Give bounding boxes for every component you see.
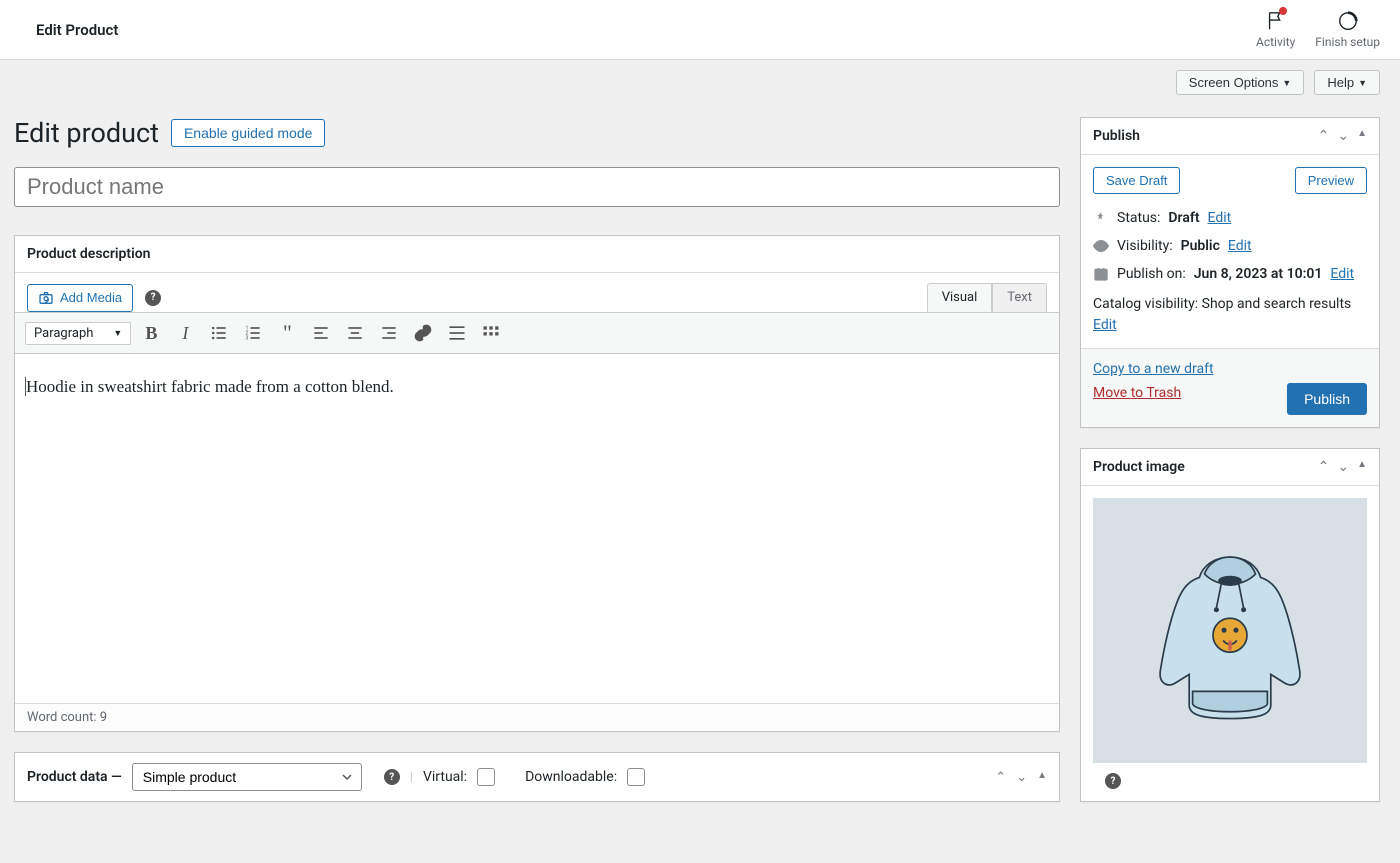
- tab-visual[interactable]: Visual: [927, 283, 993, 312]
- chevron-up-icon[interactable]: ⌃: [1318, 128, 1330, 144]
- align-left-button[interactable]: [307, 319, 335, 347]
- editor-content[interactable]: Hoodie in sweatshirt fabric made from a …: [15, 354, 1059, 704]
- activity-label: Activity: [1256, 35, 1295, 49]
- toolbar-toggle-button[interactable]: [477, 319, 505, 347]
- virtual-checkbox[interactable]: [477, 768, 495, 786]
- finish-setup-button[interactable]: Finish setup: [1315, 10, 1380, 49]
- enable-guided-mode-button[interactable]: Enable guided mode: [171, 119, 325, 147]
- product-data-box: Product data — Simple product ? | Virtua…: [14, 752, 1060, 802]
- status-label: Status:: [1117, 210, 1160, 226]
- chevron-down-icon[interactable]: ⌄: [1337, 459, 1349, 475]
- help-icon[interactable]: ?: [384, 769, 400, 785]
- publish-on-label: Publish on:: [1117, 266, 1186, 282]
- hoodie-illustration-icon: [1145, 541, 1315, 721]
- numbered-list-button[interactable]: 123: [239, 319, 267, 347]
- align-right-button[interactable]: [375, 319, 403, 347]
- help-icon[interactable]: ?: [1105, 773, 1121, 789]
- visibility-value: Public: [1181, 238, 1220, 254]
- chevron-down-icon[interactable]: ⌄: [1337, 128, 1349, 144]
- help-button[interactable]: Help▼: [1314, 70, 1380, 95]
- help-icon[interactable]: ?: [145, 290, 161, 306]
- activity-button[interactable]: Activity: [1256, 10, 1295, 49]
- publish-heading: Publish: [1093, 128, 1140, 144]
- publish-on-value: Jun 8, 2023 at 10:01: [1194, 266, 1323, 282]
- product-type-select[interactable]: Simple product: [132, 763, 362, 791]
- align-center-button[interactable]: [341, 319, 369, 347]
- format-select[interactable]: Paragraph▼: [25, 322, 131, 345]
- save-draft-button[interactable]: Save Draft: [1093, 167, 1180, 194]
- product-description-box: Product description Add Media ? Visual T…: [14, 235, 1060, 732]
- publish-box: Publish ⌃ ⌄ ▲ Save Draft Preview Status:…: [1080, 117, 1380, 428]
- caret-up-icon[interactable]: ▲: [1357, 459, 1367, 475]
- camera-icon: [38, 290, 54, 306]
- editor-status-bar: Word count: 9: [15, 704, 1059, 731]
- read-more-button[interactable]: [443, 319, 471, 347]
- product-data-heading: Product data —: [27, 769, 122, 785]
- caret-up-icon[interactable]: ▲: [1037, 770, 1047, 785]
- eye-icon: [1093, 238, 1109, 254]
- publish-button[interactable]: Publish: [1287, 383, 1367, 415]
- page-title: Edit product: [14, 117, 159, 149]
- caret-down-icon: ▼: [1358, 78, 1367, 88]
- product-image-thumbnail[interactable]: [1093, 498, 1367, 763]
- downloadable-checkbox[interactable]: [627, 768, 645, 786]
- admin-bar-title: Edit Product: [36, 21, 118, 39]
- copy-to-draft-link[interactable]: Copy to a new draft: [1093, 361, 1367, 377]
- finish-setup-label: Finish setup: [1315, 35, 1380, 49]
- screen-options-button[interactable]: Screen Options▼: [1176, 70, 1305, 95]
- edit-status-link[interactable]: Edit: [1208, 210, 1232, 226]
- chevron-up-icon[interactable]: ⌃: [995, 770, 1006, 785]
- product-image-heading: Product image: [1093, 459, 1185, 475]
- edit-date-link[interactable]: Edit: [1330, 266, 1354, 282]
- status-value: Draft: [1168, 210, 1199, 226]
- chevron-up-icon[interactable]: ⌃: [1318, 459, 1330, 475]
- pin-icon: [1093, 210, 1109, 226]
- caret-down-icon: ▼: [113, 328, 122, 339]
- preview-button[interactable]: Preview: [1295, 167, 1367, 194]
- progress-circle-icon: [1337, 10, 1359, 32]
- caret-down-icon: ▼: [1282, 78, 1291, 88]
- description-heading: Product description: [27, 246, 150, 262]
- visibility-label: Visibility:: [1117, 238, 1173, 254]
- svg-text:3: 3: [246, 336, 249, 342]
- downloadable-label: Downloadable:: [525, 769, 617, 785]
- chevron-down-icon[interactable]: ⌄: [1016, 770, 1027, 785]
- product-image-box: Product image ⌃ ⌄ ▲: [1080, 448, 1380, 802]
- separator: |: [410, 770, 413, 785]
- edit-visibility-link[interactable]: Edit: [1228, 238, 1252, 254]
- bold-button[interactable]: B: [137, 319, 165, 347]
- caret-up-icon[interactable]: ▲: [1357, 128, 1367, 144]
- edit-catalog-link[interactable]: Edit: [1093, 317, 1117, 333]
- catalog-value: Shop and search results: [1202, 296, 1352, 312]
- link-button[interactable]: [409, 319, 437, 347]
- blockquote-button[interactable]: ": [273, 319, 301, 347]
- calendar-icon: [1093, 266, 1109, 282]
- bullet-list-button[interactable]: [205, 319, 233, 347]
- virtual-label: Virtual:: [423, 769, 467, 785]
- italic-button[interactable]: I: [171, 319, 199, 347]
- product-name-input[interactable]: [14, 167, 1060, 207]
- tab-text[interactable]: Text: [992, 283, 1047, 312]
- editor-toolbar: Paragraph▼ B I 123 ": [15, 312, 1059, 354]
- admin-bar: Edit Product Activity Finish setup: [0, 0, 1400, 60]
- catalog-label: Catalog visibility:: [1093, 296, 1198, 312]
- add-media-button[interactable]: Add Media: [27, 284, 133, 312]
